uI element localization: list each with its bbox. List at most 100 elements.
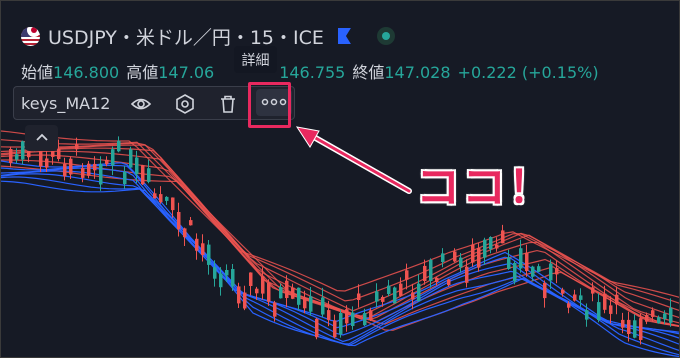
candle-body — [153, 193, 157, 199]
candle-body — [255, 288, 259, 294]
candle-body — [627, 319, 631, 334]
candle-body — [333, 320, 337, 338]
candle-body — [543, 282, 547, 299]
candle-body — [453, 251, 457, 262]
candle-body — [147, 168, 151, 182]
candle-body — [309, 296, 313, 312]
candle-body — [9, 149, 13, 164]
candle-body — [285, 280, 289, 298]
candle-body — [537, 266, 541, 272]
candle-body — [159, 194, 163, 203]
chevron-up-icon — [35, 133, 48, 141]
candle-body — [165, 196, 169, 201]
candle-body — [111, 149, 115, 166]
candle-body — [519, 248, 523, 269]
candle-body — [561, 289, 565, 294]
candle-body — [501, 230, 505, 244]
chart-frame: USDJPY・米ドル／円・15・ICE 始値 146.800 高値 147.06… — [0, 0, 680, 358]
candle-body — [651, 310, 655, 317]
candle-body — [441, 253, 445, 262]
slow-ma-line — [1, 144, 679, 319]
candle-body — [339, 313, 343, 335]
candle-body — [189, 220, 193, 226]
candle-body — [417, 283, 421, 302]
candle-body — [267, 282, 271, 302]
candle-body — [129, 149, 133, 168]
indicator-name[interactable]: keys_MA12 — [21, 94, 110, 113]
high-value: 147.06 — [158, 63, 215, 82]
candle-body — [135, 157, 139, 175]
candle-body — [567, 303, 571, 308]
trash-icon[interactable] — [217, 93, 239, 115]
candle-body — [69, 158, 73, 175]
candle-body — [429, 259, 433, 281]
candle-body — [321, 297, 325, 315]
change-value: +0.222 (+0.15%) — [457, 63, 599, 82]
annotation-text: ココ！ — [416, 162, 554, 213]
bookmark-icon[interactable] — [337, 28, 351, 44]
candle-body — [261, 276, 265, 294]
candle-body — [141, 165, 145, 185]
candle-body — [471, 244, 475, 263]
us-japan-flag-icon — [21, 26, 40, 46]
candle-body — [123, 171, 127, 184]
candle-body — [489, 237, 493, 250]
candle-body — [105, 159, 109, 165]
candle-body — [573, 294, 577, 301]
low-value: 146.755 — [279, 63, 346, 82]
candle-body — [399, 283, 403, 296]
symbol-title[interactable]: USDJPY・米ドル／円・15・ICE — [48, 23, 324, 50]
candle-body — [363, 313, 367, 326]
candle-body — [669, 307, 673, 323]
candle-body — [201, 243, 205, 255]
candle-body — [315, 318, 319, 338]
price-chart[interactable] — [1, 1, 680, 358]
candle-body — [381, 297, 385, 302]
more-tooltip: 詳細 — [234, 46, 277, 73]
candle-body — [225, 270, 229, 276]
candle-body — [387, 285, 391, 294]
candle-body — [21, 141, 25, 160]
candle-body — [645, 315, 649, 322]
candle-body — [15, 154, 19, 160]
market-status-icon[interactable] — [376, 27, 395, 45]
settings-icon[interactable] — [174, 93, 196, 115]
candle-body — [177, 212, 181, 230]
candle-body — [633, 320, 637, 338]
candle-body — [555, 268, 559, 275]
candle-body — [639, 318, 643, 340]
symbol-header: USDJPY・米ドル／円・15・ICE — [21, 21, 395, 51]
candle-body — [531, 266, 535, 277]
high-label: 高値 — [126, 63, 159, 82]
eye-icon[interactable] — [130, 93, 152, 115]
candle-body — [369, 310, 373, 321]
candle-body — [357, 293, 361, 300]
candle-body — [351, 312, 355, 326]
open-label: 始値 — [21, 63, 54, 82]
close-label: 終値 — [352, 63, 385, 82]
candle-body — [249, 272, 253, 286]
candle-body — [585, 310, 589, 320]
candle-body — [435, 277, 439, 282]
candle-body — [303, 298, 307, 309]
candle-body — [549, 263, 553, 281]
close-value: 147.028 — [384, 63, 451, 82]
candle-body — [657, 317, 661, 324]
candle-body — [183, 228, 187, 238]
candle-body — [213, 267, 217, 279]
candle-body — [57, 148, 61, 159]
candle-body — [81, 168, 85, 178]
candle-body — [45, 158, 49, 168]
candle-body — [75, 144, 79, 150]
candle-body — [219, 273, 223, 288]
candle-body — [483, 239, 487, 258]
candle-body — [231, 269, 235, 287]
candle-body — [477, 248, 481, 268]
candle-body — [63, 163, 67, 177]
collapse-legend-button[interactable] — [25, 125, 58, 151]
candle-body — [393, 287, 397, 304]
candle-body — [345, 309, 349, 324]
candle-body — [291, 287, 295, 299]
candle-body — [591, 287, 595, 294]
slow-ma-line — [1, 130, 679, 298]
